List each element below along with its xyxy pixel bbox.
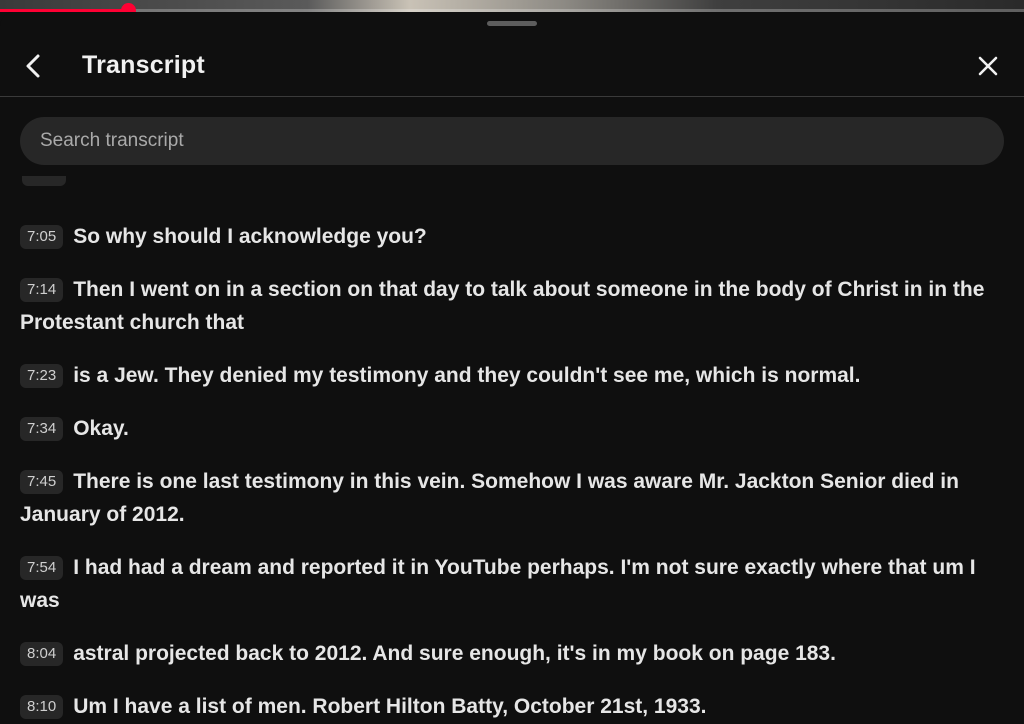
video-progress-scrubber[interactable]: [121, 3, 136, 12]
transcript-segment[interactable]: 7:23 is a Jew. They denied my testimony a…: [20, 359, 1000, 392]
segment-text: I had had a dream and reported it in You…: [20, 556, 976, 612]
panel-title: Transcript: [82, 51, 205, 79]
timestamp-chip[interactable]: 7:54: [20, 556, 64, 580]
timestamp-chip[interactable]: 8:04: [20, 642, 64, 666]
segment-text: astral projected back to 2012. And sure …: [73, 642, 836, 665]
video-frame-strip: [0, 0, 1024, 12]
segment-text: There is one last testimony in this vein…: [20, 470, 959, 526]
segment-text: Um I have a list of men. Robert Hilton B…: [73, 695, 707, 718]
transcript-panel: Transcript 7:05 So why should I acknowled…: [0, 12, 1024, 724]
timestamp-chip[interactable]: 7:14: [20, 278, 64, 302]
timestamp-chip[interactable]: 7:45: [20, 470, 64, 494]
chevron-left-icon: [26, 54, 40, 78]
transcript-segment[interactable]: 7:14 Then I went on in a section on that …: [20, 273, 1000, 339]
timestamp-chip-partial: [22, 176, 66, 186]
transcript-segment[interactable]: 7:54 I had had a dream and reported it in…: [20, 551, 1000, 617]
transcript-segment[interactable]: 8:10 Um I have a list of men. Robert Hilt…: [20, 690, 1000, 723]
transcript-segment[interactable]: 7:45 There is one last testimony in this …: [20, 465, 1000, 531]
drag-handle[interactable]: [487, 21, 537, 26]
timestamp-chip[interactable]: 7:34: [20, 417, 64, 441]
close-button[interactable]: [970, 48, 1006, 84]
transcript-segment[interactable]: 8:04 astral projected back to 2012. And s…: [20, 637, 1000, 670]
search-transcript-input[interactable]: [20, 117, 1004, 165]
transcript-header: Transcript: [0, 34, 1024, 97]
transcript-segment[interactable]: 7:34 Okay.: [20, 412, 1000, 445]
segment-text: So why should I acknowledge you?: [73, 225, 427, 248]
back-button[interactable]: [16, 48, 52, 84]
segment-text: Okay.: [73, 417, 129, 440]
timestamp-chip[interactable]: 7:23: [20, 364, 64, 388]
close-icon: [978, 56, 998, 76]
timestamp-chip[interactable]: 7:05: [20, 225, 64, 249]
segment-text: Then I went on in a section on that day …: [20, 278, 985, 334]
segment-text: is a Jew. They denied my testimony and t…: [73, 364, 861, 387]
transcript-segment[interactable]: 7:05 So why should I acknowledge you?: [20, 220, 1000, 253]
timestamp-chip[interactable]: 8:10: [20, 695, 64, 719]
transcript-list[interactable]: 7:05 So why should I acknowledge you? 7:1…: [0, 176, 1024, 724]
